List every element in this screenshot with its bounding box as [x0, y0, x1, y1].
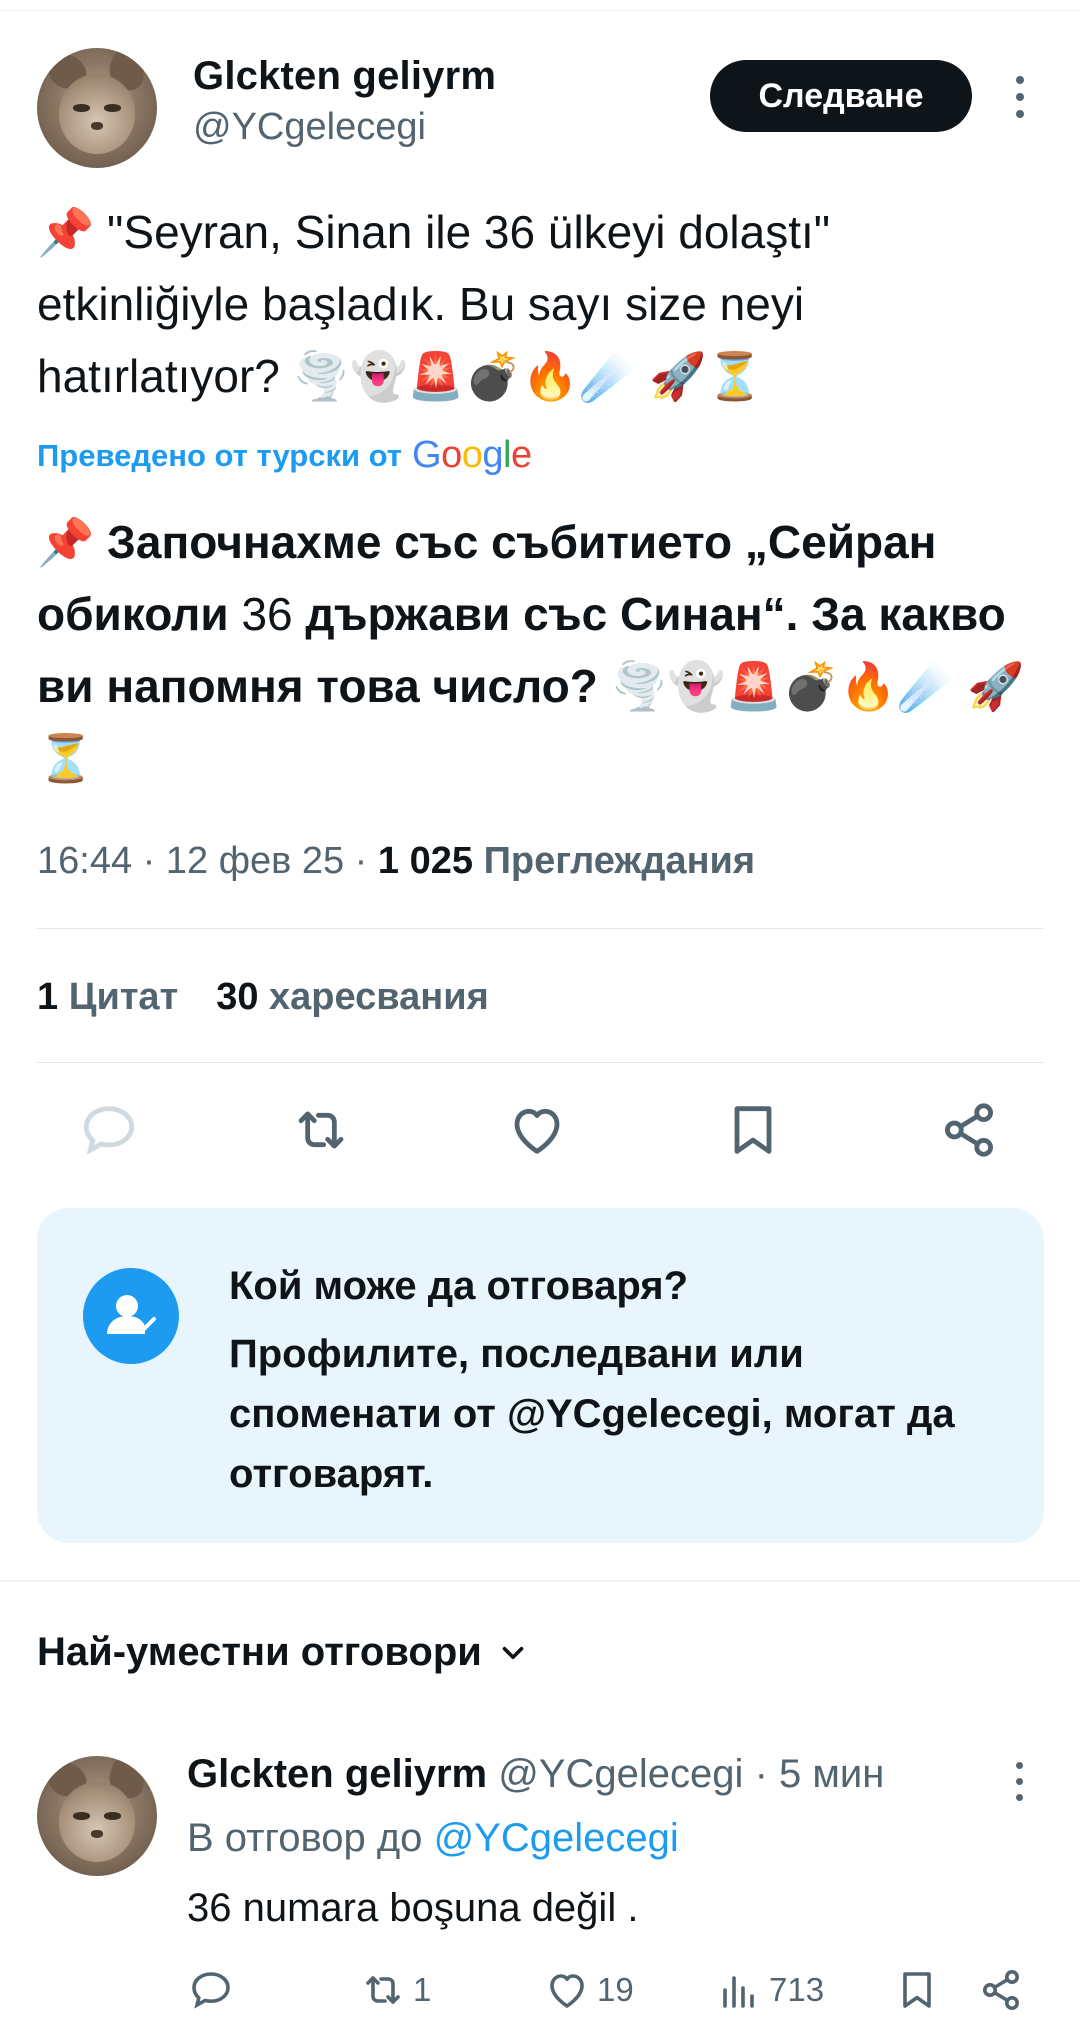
- top-divider: [0, 10, 1080, 11]
- reply-author-handle[interactable]: @YCgelecegi: [498, 1752, 743, 1796]
- reply-views-count: 713: [769, 1971, 825, 2008]
- reply-avatar[interactable]: [37, 1756, 157, 1876]
- reply-retweet-count: 1: [413, 1971, 432, 2008]
- share-icon: [983, 1970, 1019, 2010]
- quotes-stat[interactable]: 1 Цитат: [37, 976, 178, 1019]
- bookmark-icon: [903, 1972, 931, 2008]
- tweet-meta: 16:44 · 12 фев 25 · 1 025 Преглеждания: [37, 840, 756, 883]
- google-logo: Google: [412, 434, 532, 476]
- reply-header: Glckten geliyrm @YCgelecegi · 5 мин: [187, 1752, 884, 1797]
- translated-text: 📌 Започнахме със събитието „Сейран обико…: [37, 516, 1025, 784]
- tweet-stats: 1 Цитат 30 харесвания: [37, 976, 489, 1019]
- like-icon: [550, 1974, 584, 2008]
- reply-like-button[interactable]: 19: [543, 1966, 634, 2014]
- more-vert-icon[interactable]: [1008, 1760, 1032, 1804]
- reply-views-button[interactable]: 713: [715, 1966, 824, 2014]
- replies-sort-dropdown[interactable]: Най-уместни отговори: [37, 1630, 530, 1675]
- views-label: Преглеждания: [483, 840, 756, 882]
- action-bar: [37, 1098, 1044, 1178]
- reply-to-line: В отговор до @YCgelecegi: [187, 1816, 679, 1861]
- reply-reply-button[interactable]: [187, 1966, 235, 2014]
- retweet-icon: [366, 1976, 400, 2004]
- divider: [37, 1062, 1044, 1063]
- who-can-reply-box: Кой може да отговаря? Профилите, последв…: [37, 1208, 1044, 1543]
- sort-label: Най-уместни отговори: [37, 1630, 482, 1674]
- who-can-reply-body: Профилите, последвани или споменати от @…: [229, 1332, 955, 1496]
- reply-text: 36 numara boşuna değil .: [187, 1886, 639, 1930]
- tweet-text: 📌 "Seyran, Sinan ile 36 ülkeyi dolaştı" …: [37, 206, 831, 402]
- who-can-reply-title: Кой може да отговаря?: [229, 1264, 689, 1308]
- chevron-down-icon: [502, 1646, 524, 1659]
- reply-to-handle[interactable]: @YCgelecegi: [434, 1816, 679, 1860]
- section-divider: [0, 1580, 1080, 1582]
- views-icon: [723, 1976, 754, 2008]
- author-name[interactable]: Glckten geliyrm: [193, 54, 496, 99]
- tweet-date[interactable]: 12 фев 25: [166, 840, 344, 883]
- user-check-icon: [83, 1268, 179, 1364]
- reply-icon: [192, 1972, 230, 2009]
- follow-button[interactable]: Следване: [710, 60, 972, 132]
- likes-stat[interactable]: 30 харесвания: [216, 976, 489, 1019]
- reply-action-bar: 1 19 713: [187, 1966, 1047, 2026]
- translated-by-label: Преведено от турски от: [37, 437, 402, 473]
- bookmark-icon[interactable]: [721, 1098, 785, 1162]
- views-count: 1 025: [377, 840, 473, 882]
- divider: [37, 928, 1044, 929]
- tweet-time[interactable]: 16:44: [37, 840, 132, 883]
- reply-author-name[interactable]: Glckten geliyrm: [187, 1752, 487, 1796]
- reply-time[interactable]: · 5 мин: [755, 1752, 885, 1796]
- avatar[interactable]: [37, 48, 157, 168]
- more-vert-icon[interactable]: [1005, 72, 1035, 122]
- reply-retweet-button[interactable]: 1: [359, 1966, 431, 2014]
- translation-attribution: Преведено от турски от Google: [37, 434, 532, 477]
- reply-bookmark-button[interactable]: [893, 1966, 941, 2014]
- reply-like-count: 19: [597, 1971, 634, 2008]
- like-icon[interactable]: [505, 1098, 569, 1162]
- share-icon[interactable]: [937, 1098, 1001, 1162]
- author-handle[interactable]: @YCgelecegi: [193, 106, 426, 149]
- retweet-icon[interactable]: [289, 1098, 353, 1162]
- reply-icon[interactable]: [77, 1098, 141, 1162]
- reply-share-button[interactable]: [977, 1966, 1025, 2014]
- reply-to-label: В отговор до: [187, 1816, 423, 1860]
